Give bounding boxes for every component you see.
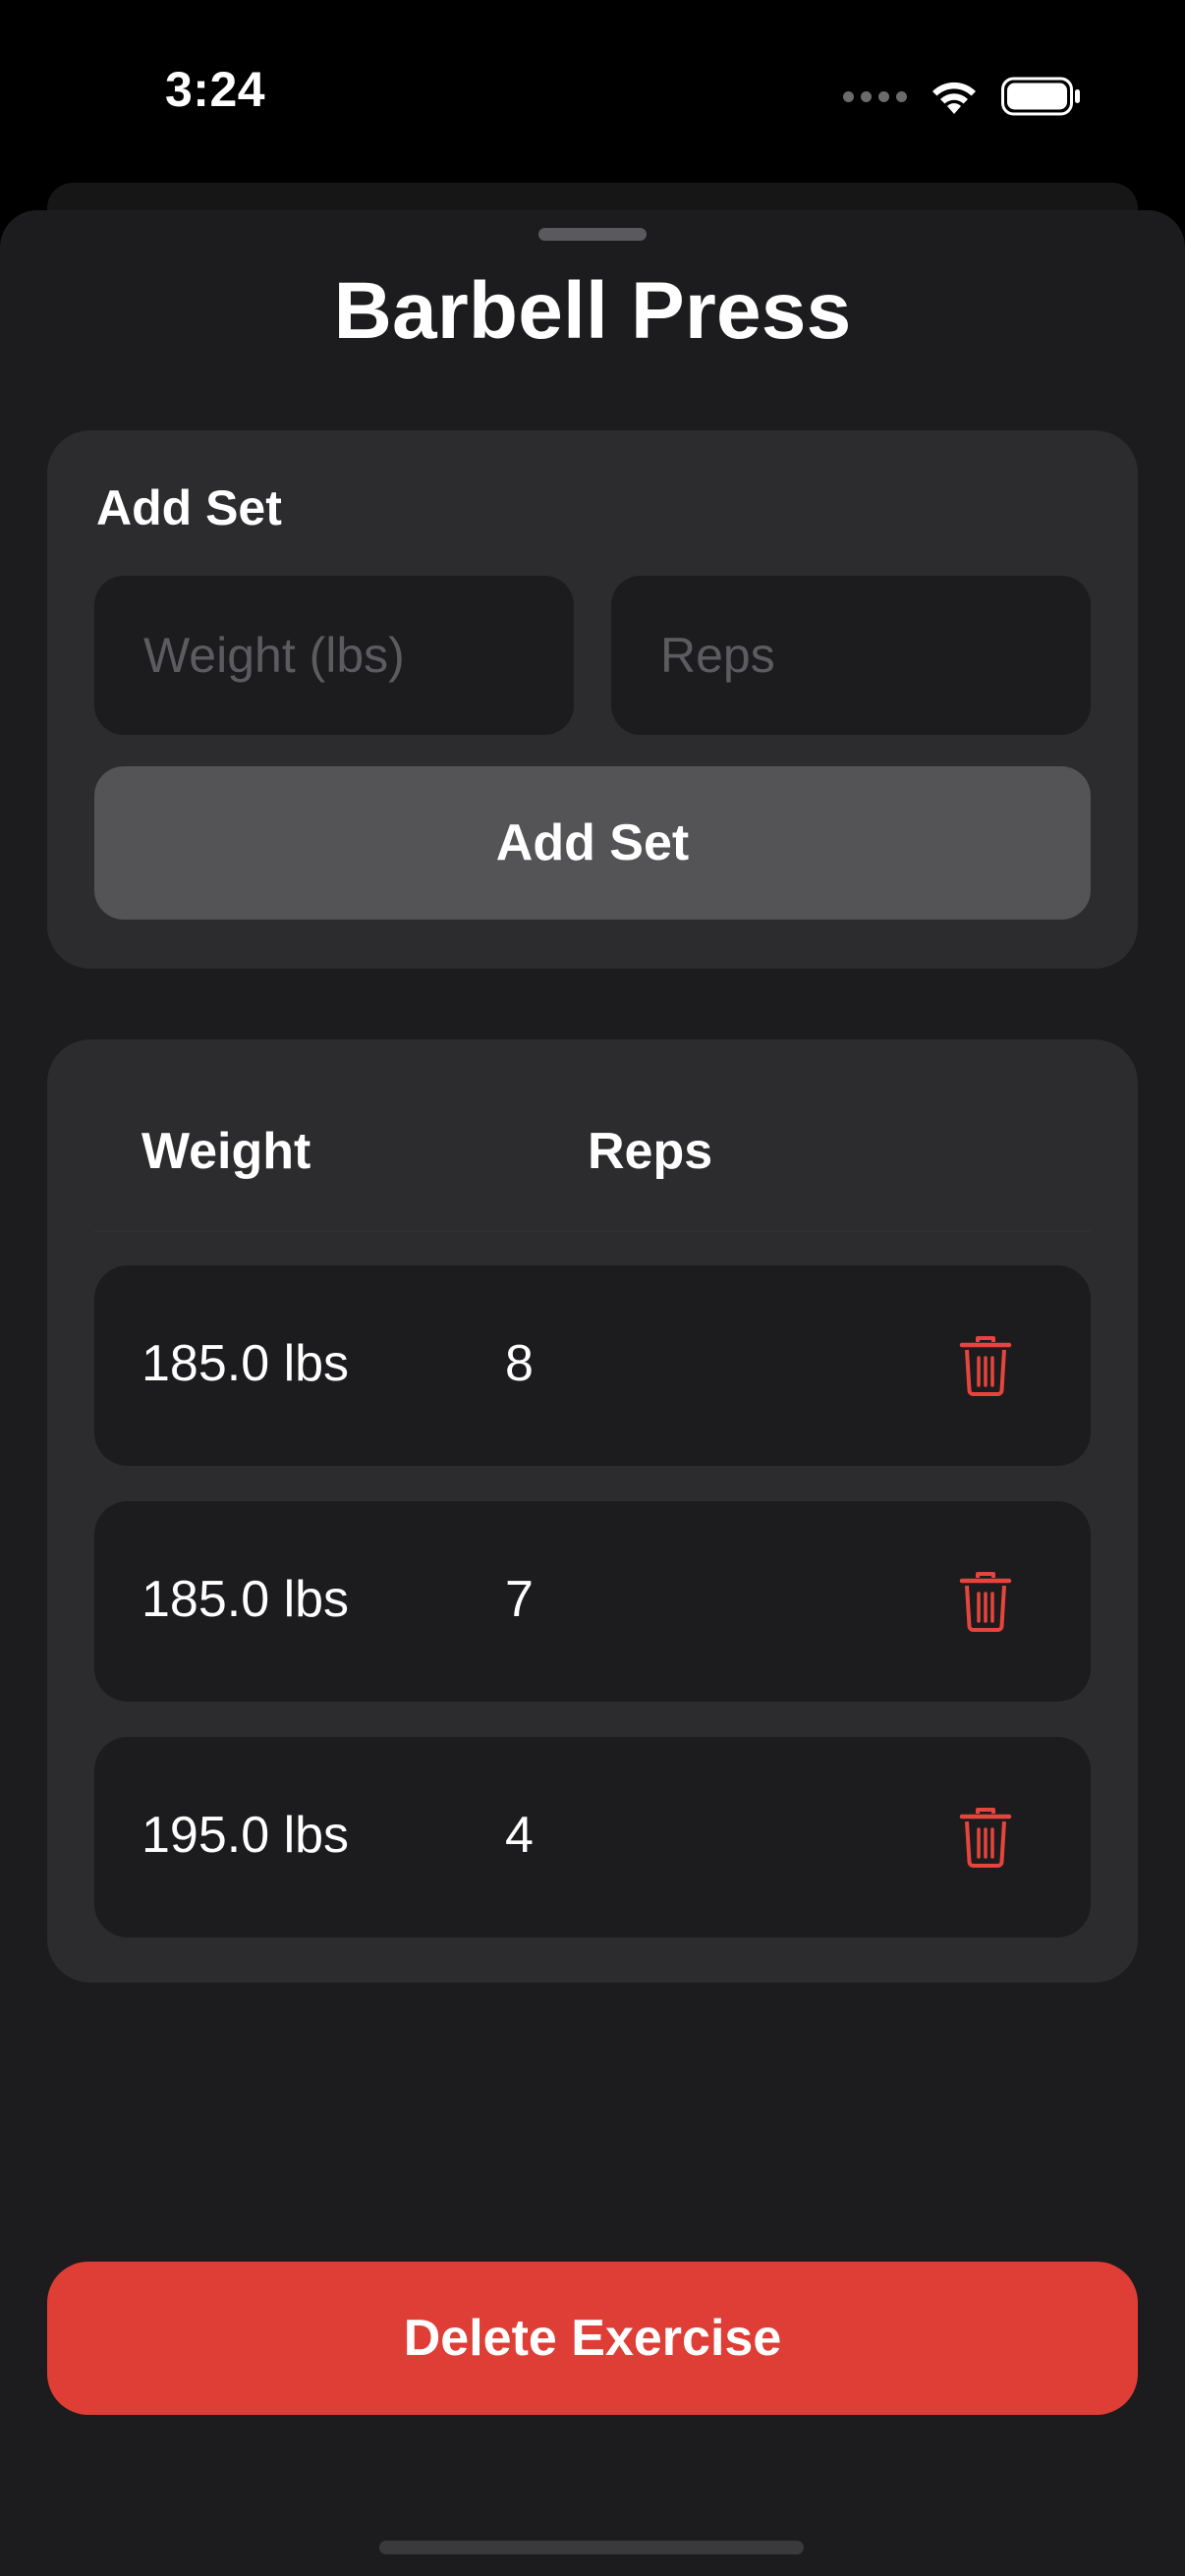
set-row: 185.0 lbs 7 xyxy=(94,1501,1091,1702)
battery-icon xyxy=(1001,77,1080,116)
trash-icon[interactable] xyxy=(959,1334,1012,1397)
add-set-card: Add Set Add Set xyxy=(47,430,1138,969)
column-header-weight: Weight xyxy=(141,1123,311,1180)
reps-input[interactable] xyxy=(611,576,1091,735)
set-reps: 7 xyxy=(505,1571,534,1628)
set-weight: 195.0 lbs xyxy=(141,1807,350,1864)
trash-icon[interactable] xyxy=(959,1570,1012,1633)
column-header-reps: Reps xyxy=(588,1123,713,1180)
set-row: 195.0 lbs 4 xyxy=(94,1737,1091,1937)
sets-card: Weight Reps 185.0 lbs 8 185.0 lbs 7 195.… xyxy=(47,1039,1138,1983)
status-icons xyxy=(843,73,1082,120)
weight-input[interactable] xyxy=(94,576,574,735)
set-row: 185.0 lbs 8 xyxy=(94,1265,1091,1466)
home-indicator[interactable] xyxy=(379,2541,804,2554)
set-reps: 4 xyxy=(505,1807,534,1864)
exercise-title: Barbell Press xyxy=(333,266,852,356)
delete-exercise-button[interactable]: Delete Exercise xyxy=(47,2262,1138,2415)
set-reps: 8 xyxy=(505,1335,534,1392)
add-set-heading: Add Set xyxy=(96,480,282,535)
cellular-signal-icon xyxy=(843,90,907,102)
exercise-sheet: Barbell Press Add Set Add Set Weight Rep… xyxy=(0,210,1185,2576)
add-set-button[interactable]: Add Set xyxy=(94,766,1091,920)
sets-table-header: Weight Reps xyxy=(94,1039,1091,1232)
trash-icon[interactable] xyxy=(959,1806,1012,1869)
screen: 3:24 Barbell Press Add Set Add Set xyxy=(0,0,1185,2576)
status-time: 3:24 xyxy=(165,62,266,117)
set-weight: 185.0 lbs xyxy=(141,1335,350,1392)
wifi-icon xyxy=(932,82,976,114)
header-divider xyxy=(94,1230,1091,1232)
sheet-grabber[interactable] xyxy=(538,228,647,241)
set-weight: 185.0 lbs xyxy=(141,1571,350,1628)
